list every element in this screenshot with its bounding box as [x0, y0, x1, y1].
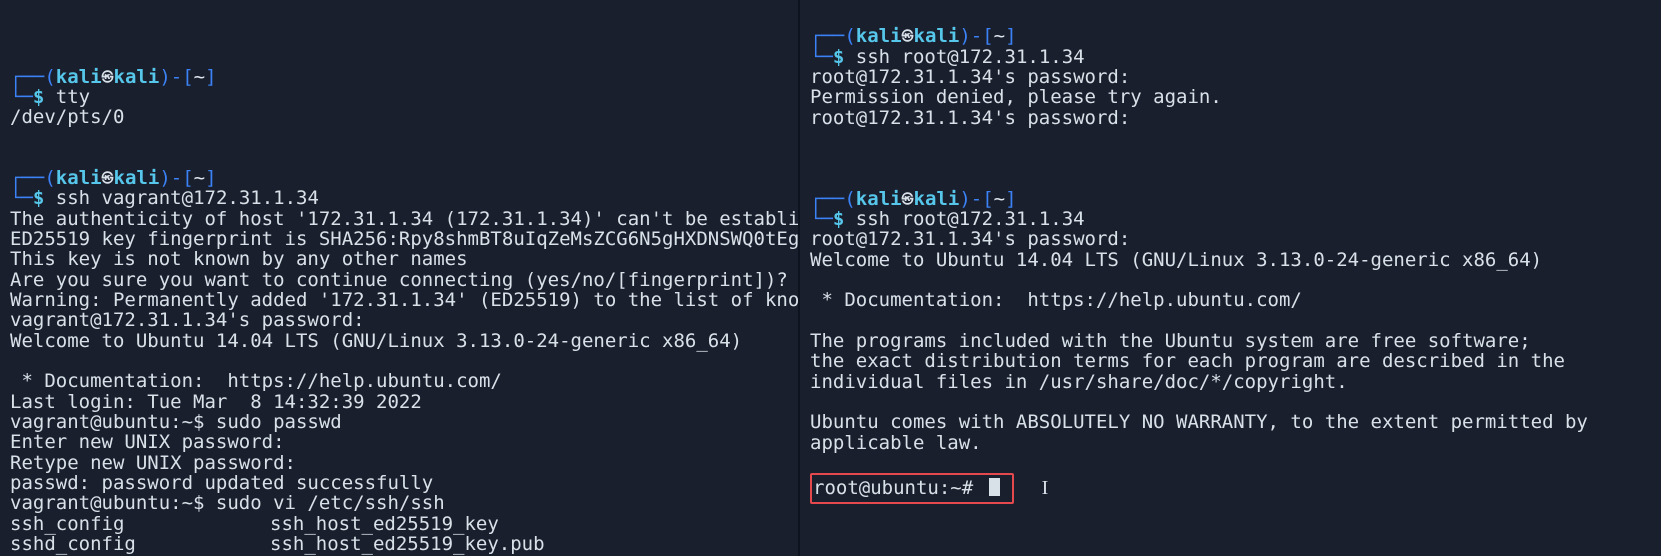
kali-prompt-line2: └─$ [810, 46, 844, 68]
text-caret-icon: I [1042, 478, 1049, 499]
root-shell-prompt[interactable]: root@ubuntu:~# [813, 477, 985, 499]
skull-icon: ㉿ [102, 172, 114, 185]
passwd-line: Enter new UNIX password: [10, 431, 285, 453]
ubuntu-doc-link: * Documentation: https://help.ubuntu.com… [10, 370, 502, 392]
motd-line: The programs included with the Ubuntu sy… [810, 330, 1531, 352]
tab-complete-col1: ssh_config sshd_config ssh_host_dsa_key … [10, 514, 270, 556]
kali-prompt: ┌──(kali㉿kali)-[~] [810, 25, 1017, 47]
cmd-sudo-passwd: vagrant@ubuntu:~$ sudo passwd [10, 411, 342, 433]
ssh-password-prompt: root@172.31.1.34's password: [810, 228, 1130, 250]
cmd-ssh-vagrant: ssh vagrant@172.31.1.34 [56, 187, 319, 209]
ssh-password-prompt: vagrant@172.31.1.34's password: [10, 309, 365, 331]
kali-prompt: ┌──(kali㉿kali)-[~] [10, 66, 217, 88]
kali-prompt-line2: └─$ [10, 86, 44, 108]
terminal-pane-left[interactable]: ┌──(kali㉿kali)-[~] └─$ tty /dev/pts/0 ┌─… [0, 0, 800, 556]
tab-complete-col2: ssh_host_ed25519_key ssh_host_ed25519_ke… [270, 514, 560, 556]
tab-complete-col3: ssh_host_rsa_key [560, 514, 743, 556]
kali-prompt-line2: └─$ [810, 208, 844, 230]
kali-prompt: ┌──(kali㉿kali)-[~] [810, 188, 1017, 210]
cmd-ssh-root: ssh root@172.31.1.34 [856, 46, 1085, 68]
motd-line: individual files in /usr/share/doc/*/cop… [810, 371, 1348, 393]
ubuntu-welcome: Welcome to Ubuntu 14.04 LTS (GNU/Linux 3… [810, 249, 1542, 271]
kali-prompt: ┌──(kali㉿kali)-[~] [10, 167, 217, 189]
ssh-auth-line: This key is not known by any other names [10, 248, 468, 270]
cmd-sudo-vi: vagrant@ubuntu:~$ sudo vi /etc/ssh/ssh [10, 492, 445, 514]
skull-icon: ㉿ [902, 193, 914, 206]
ssh-password-prompt: root@172.31.1.34's password: [810, 107, 1130, 129]
ssh-auth-line: Warning: Permanently added '172.31.1.34'… [10, 289, 800, 311]
tmux-workspace: ┌──(kali㉿kali)-[~] └─$ tty /dev/pts/0 ┌─… [0, 0, 1661, 556]
skull-icon: ㉿ [102, 71, 114, 84]
motd-line: applicable law. [810, 432, 982, 454]
ssh-auth-line: Are you sure you want to continue connec… [10, 269, 800, 291]
motd-line: the exact distribution terms for each pr… [810, 350, 1565, 372]
cmd-ssh-root-2: ssh root@172.31.1.34 [856, 208, 1085, 230]
ssh-auth-line: ED25519 key fingerprint is SHA256:Rpy8sh… [10, 228, 800, 250]
kali-prompt-line2: └─$ [10, 187, 44, 209]
ssh-auth-line: The authenticity of host '172.31.1.34 (1… [10, 208, 800, 230]
ssh-password-prompt: root@172.31.1.34's password: [810, 66, 1130, 88]
ssh-denied: Permission denied, please try again. [810, 86, 1222, 108]
terminal-pane-right[interactable]: ┌──(kali㉿kali)-[~] └─$ ssh root@172.31.1… [800, 0, 1661, 556]
passwd-line: passwd: password updated successfully [10, 472, 433, 494]
cmd-tty: tty [56, 86, 90, 108]
ubuntu-welcome: Welcome to Ubuntu 14.04 LTS (GNU/Linux 3… [10, 330, 742, 352]
motd-line: Ubuntu comes with ABSOLUTELY NO WARRANTY… [810, 411, 1588, 433]
terminal-cursor-icon [989, 478, 1000, 496]
last-login: Last login: Tue Mar 8 14:32:39 2022 [10, 391, 422, 413]
ubuntu-doc-link: * Documentation: https://help.ubuntu.com… [810, 289, 1302, 311]
skull-icon: ㉿ [902, 30, 914, 43]
highlight-root-prompt: root@ubuntu:~# [810, 473, 1014, 503]
passwd-line: Retype new UNIX password: [10, 452, 296, 474]
tty-output: /dev/pts/0 [10, 106, 124, 128]
